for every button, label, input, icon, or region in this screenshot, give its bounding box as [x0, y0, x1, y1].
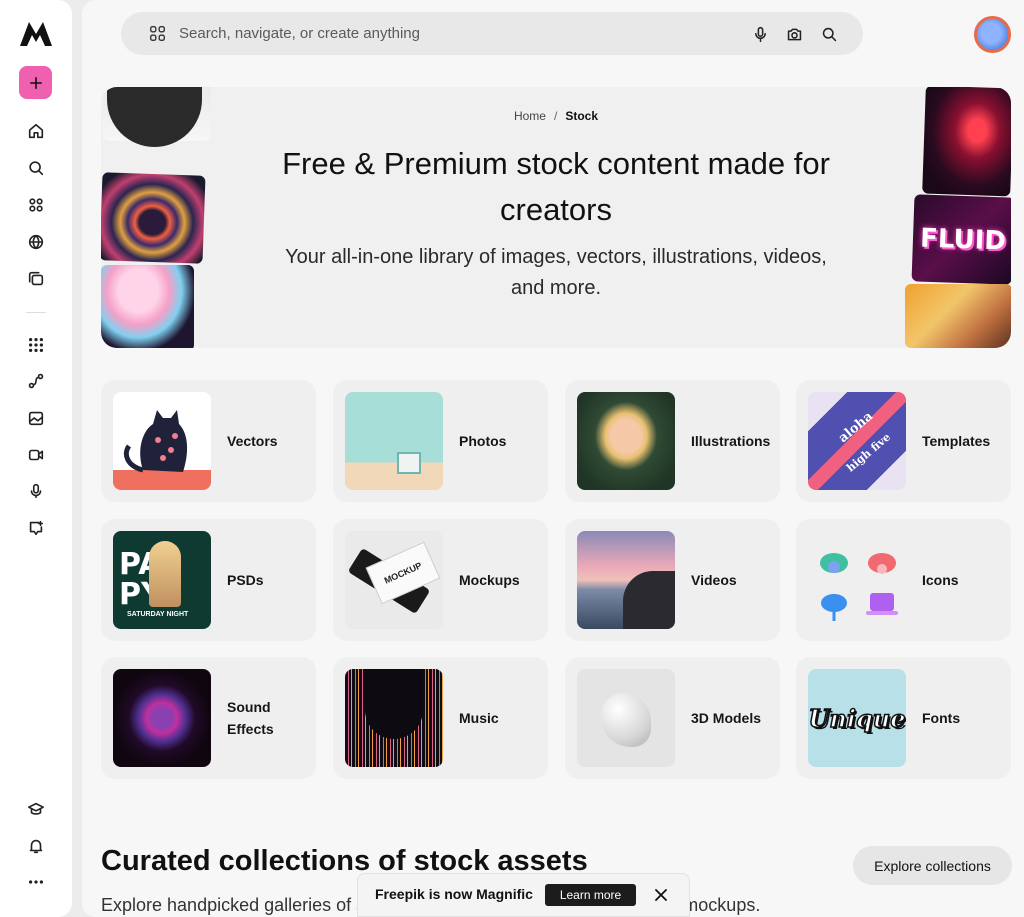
- psd-text-event: SATURDAY NIGHT: [127, 611, 189, 618]
- breadcrumb-home[interactable]: Home: [514, 109, 546, 123]
- category-label: Fonts: [922, 710, 961, 726]
- announcement-toast: Freepik is now Magnific Learn more: [357, 873, 690, 917]
- breadcrumb-current: Stock: [565, 109, 599, 123]
- vectors-thumbnail: [113, 392, 211, 490]
- music-thumbnail: [345, 669, 443, 767]
- logo-icon[interactable]: [18, 18, 54, 50]
- mockups-thumbnail: MOCKUP: [345, 531, 443, 629]
- illustrations-thumbnail: [577, 392, 675, 490]
- hero-image-abstract: [101, 172, 206, 264]
- templates-thumbnail: aloha high five: [808, 392, 906, 490]
- sidebar: [0, 0, 72, 917]
- bell-icon[interactable]: [20, 830, 52, 862]
- category-card-icons[interactable]: Icons: [796, 519, 1011, 641]
- hero-image-red-abstract: [922, 87, 1011, 197]
- category-card-illustrations[interactable]: Illustrations: [565, 380, 780, 502]
- 3d-models-thumbnail: [577, 669, 675, 767]
- grid-icon: [150, 26, 165, 41]
- category-label: Music: [459, 710, 499, 726]
- home-icon[interactable]: [20, 115, 52, 147]
- close-icon[interactable]: [652, 886, 670, 904]
- more-icon[interactable]: [20, 866, 52, 898]
- sound-effects-thumbnail: [113, 669, 211, 767]
- plus-icon: [29, 76, 42, 89]
- mic-icon[interactable]: [750, 24, 770, 44]
- category-label: Icons: [922, 572, 959, 588]
- category-card-psds[interactable]: PA PY SATURDAY NIGHT PSDs: [101, 519, 316, 641]
- category-card-music[interactable]: Music: [333, 657, 548, 779]
- grid-icon[interactable]: [20, 189, 52, 221]
- hero-image-face: [905, 284, 1011, 348]
- sidebar-divider: [26, 312, 46, 313]
- category-card-vectors[interactable]: Vectors: [101, 380, 316, 502]
- hero-image-portrait: [101, 265, 194, 348]
- fonts-thumbnail: Unique: [808, 669, 906, 767]
- gallery-icon[interactable]: [20, 263, 52, 295]
- category-label: Photos: [459, 433, 507, 449]
- category-card-3d-models[interactable]: 3D Models: [565, 657, 780, 779]
- breadcrumb: Home / Stock: [101, 109, 1011, 123]
- category-label: Templates: [922, 433, 991, 449]
- hero-title: Free & Premium stock content made for cr…: [282, 146, 830, 227]
- apps-icon[interactable]: [20, 329, 52, 361]
- breadcrumb-separator: /: [553, 109, 558, 123]
- create-button[interactable]: [19, 66, 52, 99]
- category-label: Sound Effects: [227, 699, 274, 737]
- icons-thumbnail: [808, 531, 906, 629]
- search-input[interactable]: [179, 12, 699, 55]
- search-icon[interactable]: [20, 152, 52, 184]
- video-icon[interactable]: [20, 439, 52, 471]
- category-label: PSDs: [227, 572, 264, 588]
- template-text-aloha: aloha: [835, 408, 877, 447]
- photos-thumbnail: [345, 392, 443, 490]
- avatar[interactable]: [974, 16, 1011, 53]
- chat-icon[interactable]: [20, 512, 52, 544]
- category-card-videos[interactable]: Videos: [565, 519, 780, 641]
- category-card-templates[interactable]: aloha high five Templates: [796, 380, 1011, 502]
- category-label: 3D Models: [691, 710, 762, 726]
- image-ai-icon[interactable]: [20, 402, 52, 434]
- category-card-mockups[interactable]: MOCKUP Mockups: [333, 519, 548, 641]
- category-label: Vectors: [227, 433, 278, 449]
- category-label: Illustrations: [691, 433, 771, 449]
- category-card-sound-effects[interactable]: Sound Effects: [101, 657, 316, 779]
- category-label: Videos: [691, 572, 737, 588]
- toast-message: Freepik is now Magnific: [375, 886, 533, 902]
- category-card-fonts[interactable]: Unique Fonts: [796, 657, 1011, 779]
- search-icon[interactable]: [819, 24, 839, 44]
- mockup-text: MOCKUP: [382, 560, 424, 586]
- explore-collections-button[interactable]: Explore collections: [853, 846, 1012, 885]
- main-content: Home / Stock Free & Premium stock content …: [82, 0, 1024, 917]
- globe-icon[interactable]: [20, 226, 52, 258]
- category-label: Mockups: [459, 572, 520, 588]
- search-bar[interactable]: [121, 12, 863, 55]
- psds-thumbnail: PA PY SATURDAY NIGHT: [113, 531, 211, 629]
- videos-thumbnail: [577, 531, 675, 629]
- workflow-icon[interactable]: [20, 365, 52, 397]
- hero-subtitle: Your all-in-one library of images, vecto…: [285, 246, 827, 299]
- camera-icon[interactable]: [784, 24, 804, 44]
- learn-more-button[interactable]: Learn more: [545, 884, 636, 906]
- hero-banner: Home / Stock Free & Premium stock content …: [101, 87, 1011, 348]
- graduation-icon[interactable]: [20, 793, 52, 825]
- fluid-text: FLUID: [919, 223, 1007, 256]
- mic-icon[interactable]: [20, 475, 52, 507]
- font-sample-text: Unique: [808, 703, 906, 734]
- hero-image-fluid: FLUID: [911, 194, 1011, 285]
- category-card-photos[interactable]: Photos: [333, 380, 548, 502]
